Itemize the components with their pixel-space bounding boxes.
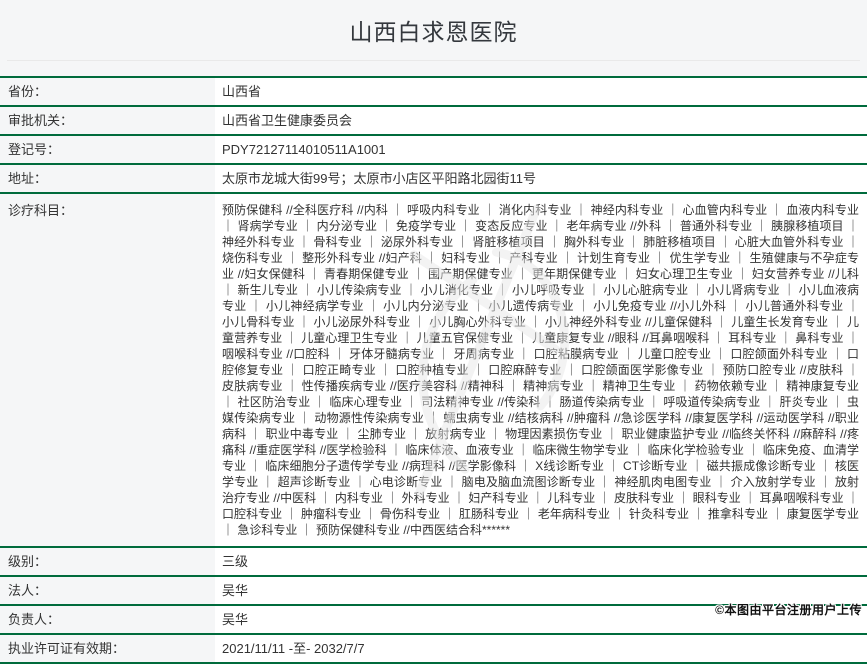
province-value: 山西省 bbox=[215, 78, 867, 105]
header-divider bbox=[7, 60, 860, 61]
legal-person-label: 法人： bbox=[0, 577, 215, 604]
row-level: 级别： 三级 bbox=[0, 548, 867, 577]
row-registration-number: 登记号： PDY72127114010511A1001 bbox=[0, 136, 867, 165]
license-validity-label: 执业许可证有效期： bbox=[0, 635, 215, 662]
info-table: 省份： 山西省 审批机关： 山西省卫生健康委员会 登记号： PDY7212711… bbox=[0, 76, 867, 664]
address-label: 地址： bbox=[0, 165, 215, 192]
approval-authority-label: 审批机关： bbox=[0, 107, 215, 134]
level-value: 三级 bbox=[215, 548, 867, 575]
address-value: 太原市龙城大街99号；太原市小店区平阳路北园街11号 bbox=[215, 165, 867, 192]
medical-departments-value: 预防保健科 //全科医疗科 //内科 ｜ 呼吸内科专业 ｜ 消化内科专业 ｜ 神… bbox=[215, 194, 867, 546]
row-address: 地址： 太原市龙城大街99号；太原市小店区平阳路北园街11号 bbox=[0, 165, 867, 194]
row-approval-authority: 审批机关： 山西省卫生健康委员会 bbox=[0, 107, 867, 136]
license-validity-value: 2021/11/11 -至- 2032/7/7 bbox=[215, 635, 867, 662]
page-title: 山西白求恩医院 bbox=[350, 13, 518, 47]
level-label: 级别： bbox=[0, 548, 215, 575]
person-in-charge-label: 负责人： bbox=[0, 606, 215, 633]
registration-number-label: 登记号： bbox=[0, 136, 215, 163]
row-medical-departments: 诊疗科目： 预防保健科 //全科医疗科 //内科 ｜ 呼吸内科专业 ｜ 消化内科… bbox=[0, 194, 867, 548]
province-label: 省份： bbox=[0, 78, 215, 105]
copyright-overlay: ©本图由平台注册用户上传 bbox=[715, 601, 862, 618]
hospital-license-page: 山西白求恩医院 省份： 山西省 审批机关： 山西省卫生健康委员会 登记号： PD… bbox=[0, 0, 867, 664]
page-header: 山西白求恩医院 bbox=[0, 0, 867, 60]
registration-number-value: PDY72127114010511A1001 bbox=[215, 136, 867, 163]
legal-person-value: 吴华 bbox=[215, 577, 867, 604]
approval-authority-value: 山西省卫生健康委员会 bbox=[215, 107, 867, 134]
row-province: 省份： 山西省 bbox=[0, 78, 867, 107]
row-license-validity: 执业许可证有效期： 2021/11/11 -至- 2032/7/7 bbox=[0, 635, 867, 664]
medical-departments-label: 诊疗科目： bbox=[0, 194, 215, 546]
